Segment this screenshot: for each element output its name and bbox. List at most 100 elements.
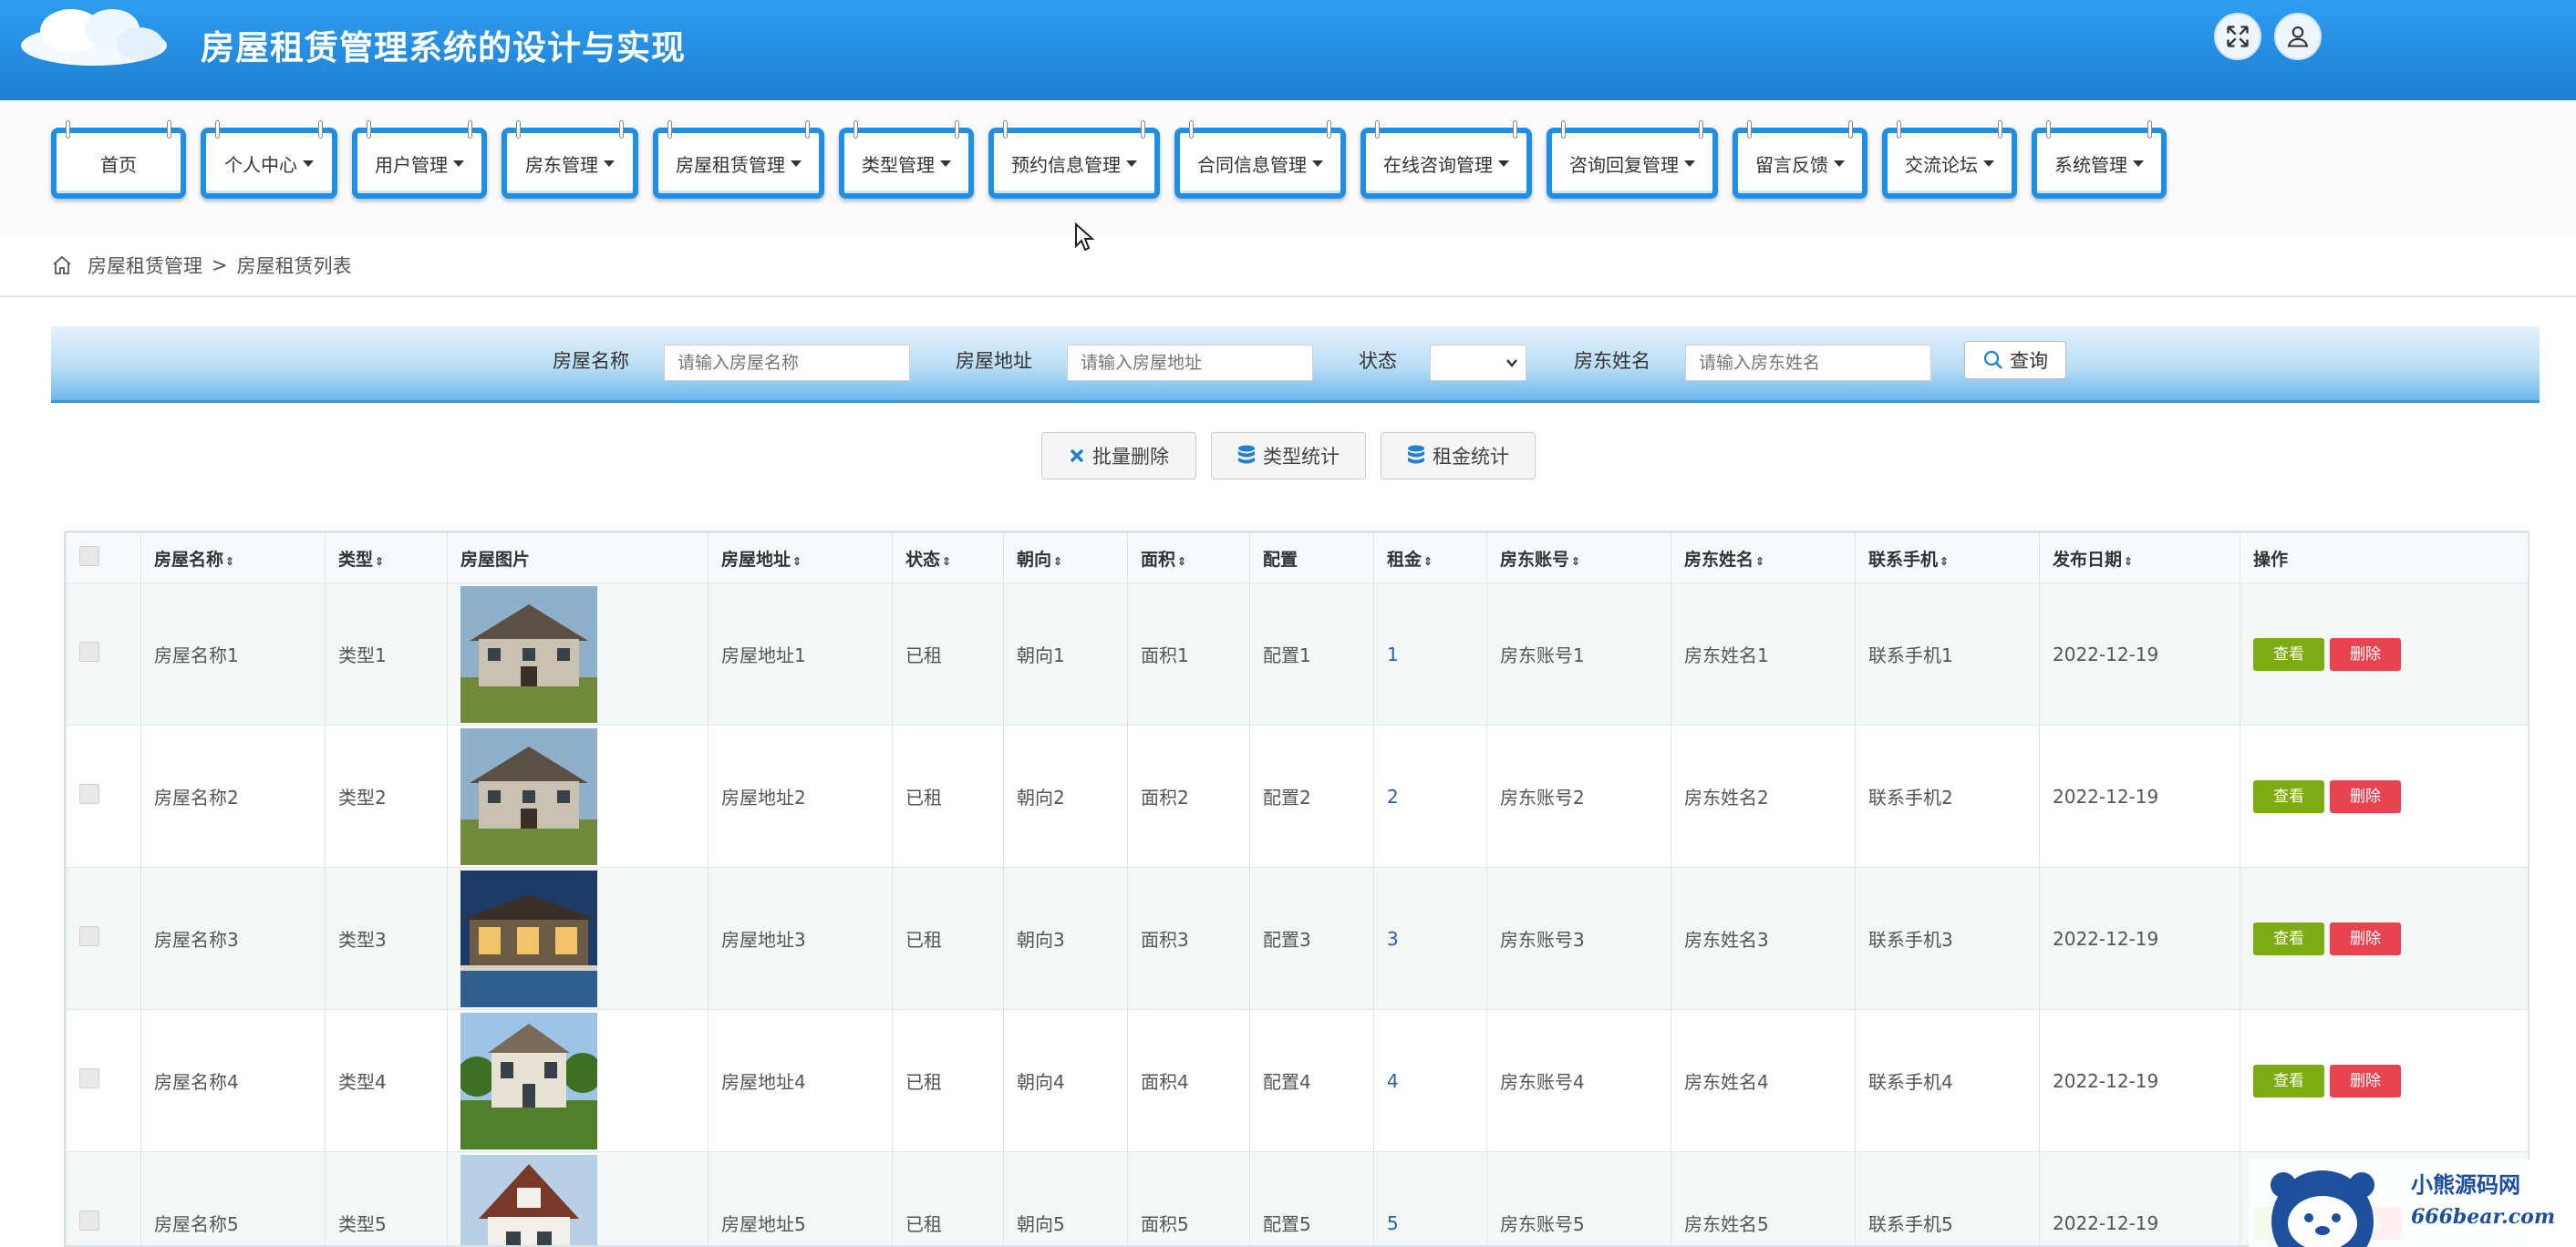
house-name-input[interactable] — [664, 345, 910, 381]
row-checkbox[interactable] — [79, 642, 99, 662]
col-header[interactable]: 房东账号 ⇕ — [1486, 532, 1671, 583]
delete-button[interactable]: 删除 — [2330, 637, 2401, 671]
cell-landlord-account: 房东账号4 — [1486, 1009, 1671, 1152]
col-header[interactable]: 联系手机 ⇕ — [1855, 532, 2040, 583]
row-checkbox[interactable] — [79, 784, 99, 804]
cell-area: 面积1 — [1127, 582, 1250, 726]
nav-item-rental-management[interactable]: 房屋租赁管理 — [653, 120, 824, 199]
col-header[interactable]: 房屋地址 ⇕ — [708, 532, 893, 583]
breadcrumb: 房屋租赁管理 > 房屋租赁列表 — [0, 235, 2576, 297]
row-checkbox[interactable] — [79, 1068, 99, 1088]
house-photo[interactable] — [460, 727, 597, 865]
cell-date: 2022-12-19 — [2039, 867, 2240, 1010]
cell-address: 房屋地址2 — [708, 725, 893, 868]
cell-actions: 查看删除 — [2240, 1009, 2528, 1152]
cell-address: 房屋地址3 — [708, 867, 893, 1010]
select-all-checkbox[interactable] — [79, 545, 99, 566]
cell-config: 配置4 — [1249, 1009, 1374, 1152]
nav-item-reply-management[interactable]: 咨询回复管理 — [1547, 120, 1718, 199]
delete-button[interactable]: 删除 — [2330, 1064, 2401, 1098]
col-header[interactable]: 租金 ⇕ — [1373, 532, 1487, 583]
cell-type: 类型2 — [325, 725, 448, 868]
nav-item-forum[interactable]: 交流论坛 — [1882, 120, 2017, 199]
col-header[interactable]: 朝向 ⇕ — [1003, 532, 1128, 583]
delete-button[interactable]: 删除 — [2330, 922, 2401, 955]
home-icon[interactable] — [51, 254, 73, 276]
house-photo[interactable] — [460, 870, 597, 1007]
nav-item-label: 在线咨询管理 — [1383, 153, 1493, 176]
rent-stats-button[interactable]: 租金统计 — [1381, 432, 1536, 479]
cell-area: 面积3 — [1127, 867, 1250, 1010]
col-header[interactable]: 类型 ⇕ — [325, 532, 448, 583]
caret-down-icon — [1684, 160, 1695, 167]
row-select-cell — [66, 582, 141, 726]
nav-item-home[interactable]: 首页 — [51, 120, 186, 199]
cell-status: 已租 — [892, 867, 1004, 1010]
table-row: 房屋名称4 类型4 房屋地址4 已租 朝向4 面积4 配置4 4 房东账号4 房… — [66, 1009, 2528, 1152]
cell-phone: 联系手机4 — [1855, 1009, 2040, 1152]
breadcrumb-section[interactable]: 房屋租赁管理 — [88, 252, 202, 279]
type-stats-button[interactable]: 类型统计 — [1211, 432, 1366, 479]
table-row: 房屋名称3 类型3 房屋地址3 已租 朝向3 面积3 配置3 3 房东账号3 房… — [66, 867, 2528, 1010]
cell-orientation: 朝向2 — [1003, 725, 1128, 868]
house-photo[interactable] — [460, 1012, 597, 1149]
cell-actions: 查看删除 — [2240, 867, 2528, 1010]
nav-item-feedback[interactable]: 留言反馈 — [1733, 120, 1867, 199]
batch-delete-label: 批量删除 — [1092, 446, 1169, 468]
cell-house-name: 房屋名称1 — [140, 582, 326, 726]
cell-address: 房屋地址1 — [708, 582, 893, 726]
delete-button[interactable]: 删除 — [2330, 779, 2401, 813]
sort-icon: ⇕ — [1755, 554, 1765, 568]
watermark: 小熊源码网 666bear.com — [2249, 1159, 2559, 1247]
cell-rent: 4 — [1373, 1009, 1487, 1152]
nav-item-consult-management[interactable]: 在线咨询管理 — [1360, 120, 1532, 199]
nav-item-system-management[interactable]: 系统管理 — [2032, 120, 2167, 199]
cell-orientation: 朝向5 — [1003, 1151, 1128, 1245]
status-select[interactable] — [1430, 345, 1526, 381]
row-checkbox[interactable] — [79, 1211, 99, 1231]
nav-item-contract-management[interactable]: 合同信息管理 — [1174, 120, 1346, 199]
cell-landlord-account: 房东账号5 — [1486, 1151, 1671, 1245]
house-photo[interactable] — [460, 1154, 597, 1247]
col-header[interactable]: 发布日期 ⇕ — [2039, 532, 2240, 583]
house-photo[interactable] — [460, 585, 597, 723]
view-button[interactable]: 查看 — [2253, 637, 2324, 671]
query-button[interactable]: 查询 — [1964, 341, 2066, 379]
nav-item-type-management[interactable]: 类型管理 — [839, 120, 974, 199]
col-header[interactable]: 状态 ⇕ — [892, 532, 1004, 583]
cell-date: 2022-12-19 — [2039, 582, 2240, 726]
col-header[interactable]: 房屋名称 ⇕ — [140, 532, 326, 583]
fullscreen-button[interactable] — [2214, 13, 2261, 60]
landlord-name-input[interactable] — [1685, 345, 1931, 381]
nav-item-label: 系统管理 — [2054, 153, 2127, 176]
cell-actions: 查看删除 — [2240, 725, 2528, 868]
sort-icon: ⇕ — [1423, 554, 1433, 568]
nav-item-reservation-management[interactable]: 预约信息管理 — [988, 120, 1160, 199]
caret-down-icon — [303, 160, 314, 167]
batch-delete-button[interactable]: 批量删除 — [1041, 432, 1196, 479]
view-button[interactable]: 查看 — [2253, 922, 2324, 955]
col-header[interactable]: 房东姓名 ⇕ — [1671, 532, 1856, 583]
nav-item-personal-center[interactable]: 个人中心 — [201, 120, 337, 199]
nav-item-landlord-management[interactable]: 房东管理 — [502, 120, 638, 199]
col-header: 房屋图片 — [447, 532, 709, 583]
row-select-cell — [66, 1009, 141, 1152]
view-button[interactable]: 查看 — [2253, 1064, 2324, 1098]
nav-item-user-management[interactable]: 用户管理 — [352, 120, 487, 199]
cell-orientation: 朝向3 — [1003, 867, 1128, 1010]
house-address-input[interactable] — [1067, 345, 1313, 381]
caret-down-icon — [1312, 160, 1323, 167]
row-checkbox[interactable] — [79, 926, 99, 946]
breadcrumb-current: 房屋租赁列表 — [236, 255, 352, 277]
col-header[interactable]: 面积 ⇕ — [1127, 532, 1250, 583]
row-select-cell — [66, 867, 141, 1010]
nav-item-label: 个人中心 — [224, 153, 297, 176]
cell-landlord-account: 房东账号1 — [1486, 582, 1671, 726]
cell-rent: 1 — [1373, 582, 1487, 726]
user-menu-button[interactable] — [2274, 13, 2322, 60]
view-button[interactable]: 查看 — [2253, 779, 2324, 813]
select-all-cell — [66, 532, 141, 583]
cell-area: 面积5 — [1127, 1151, 1250, 1245]
cell-config: 配置1 — [1249, 582, 1374, 726]
cell-landlord-account: 房东账号2 — [1486, 725, 1671, 868]
